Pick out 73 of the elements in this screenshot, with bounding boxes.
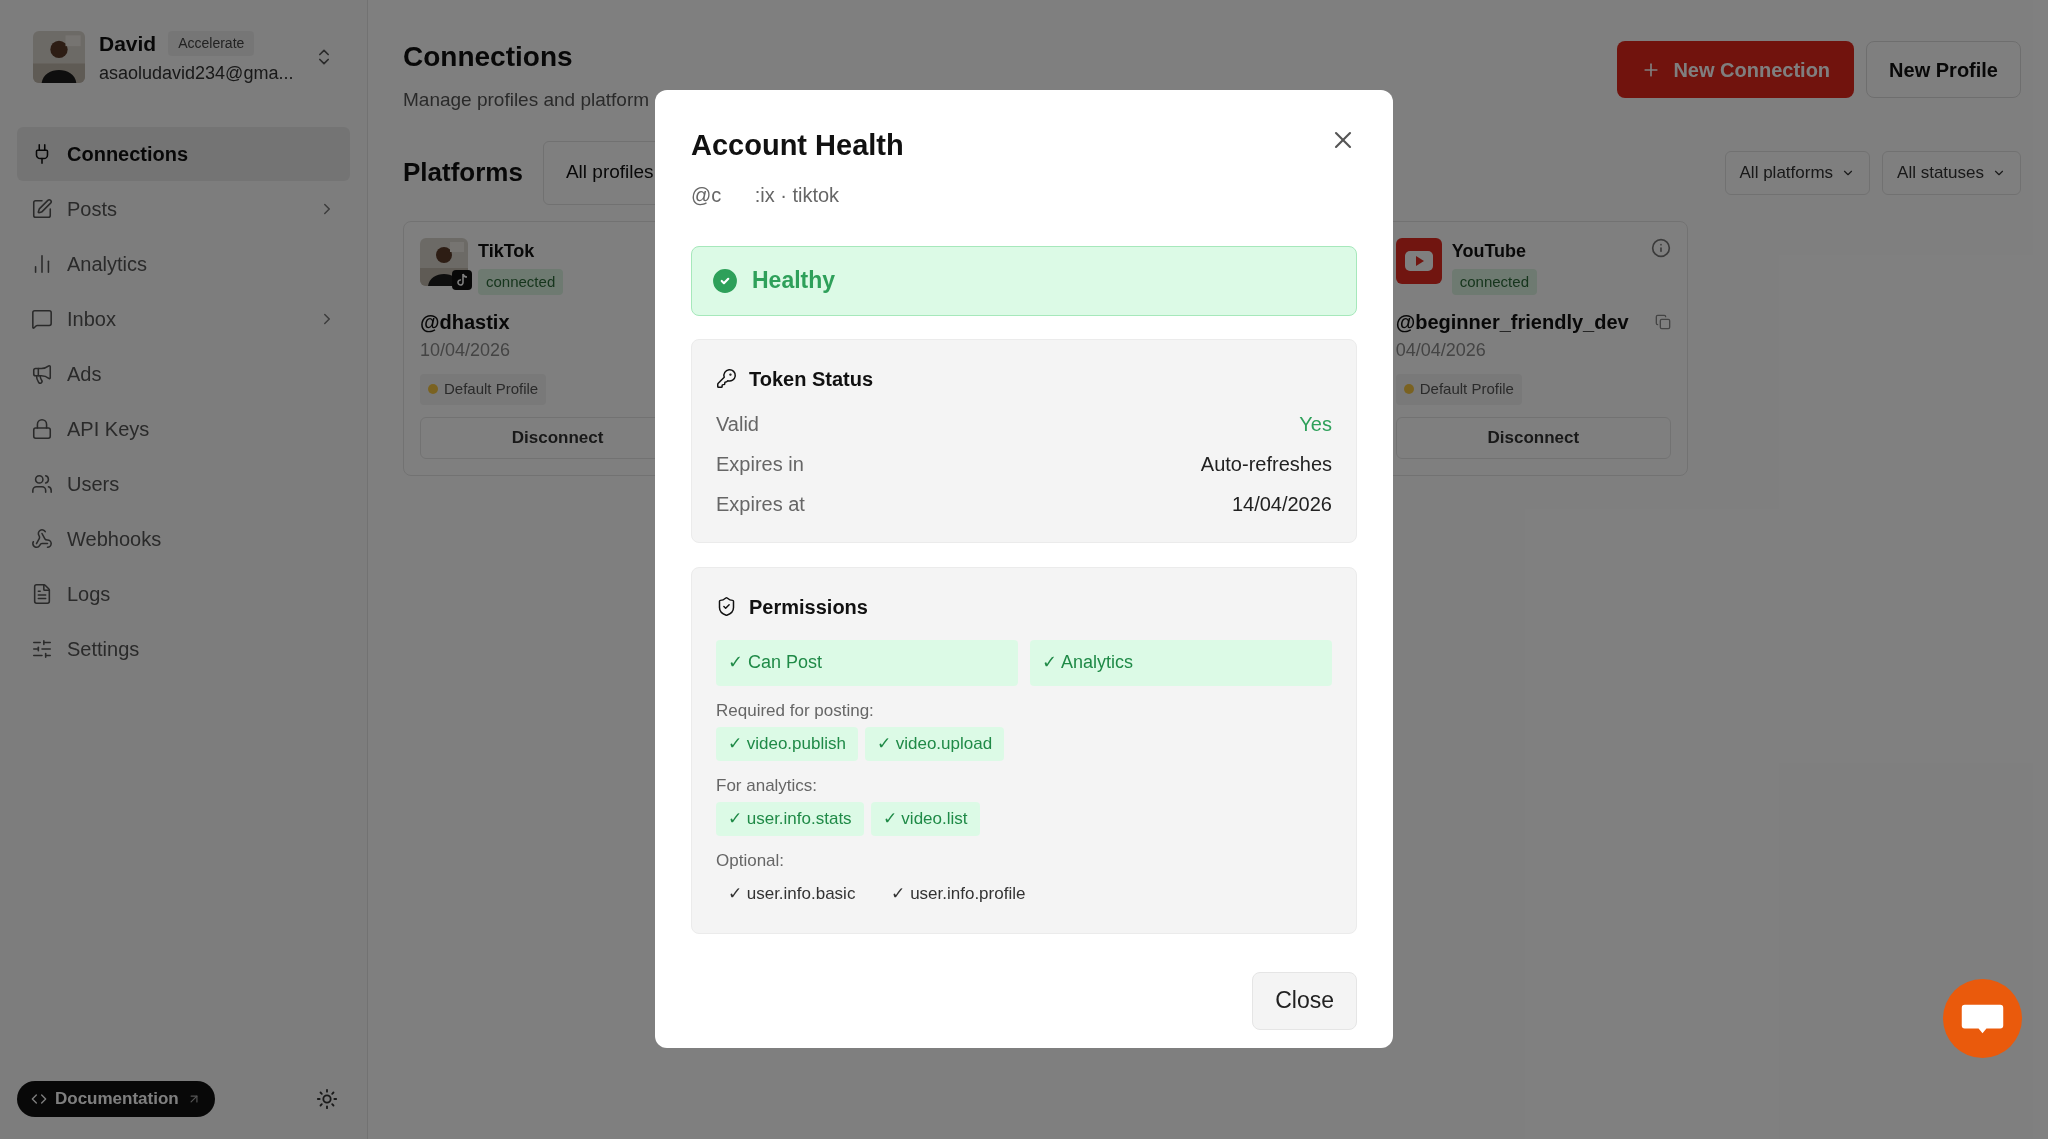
page-title: Connections [403, 40, 574, 74]
capability-badge: ✓ Can Post [716, 639, 1018, 686]
connected-date: 04/04/2026 [1395, 339, 1487, 362]
connected-date: 10/04/2026 [420, 339, 512, 362]
sidebar-item[interactable]: Inbox [17, 291, 350, 346]
dialog-title: Account Health [691, 128, 904, 163]
plan-badge: Accelerate [168, 31, 255, 57]
sidebar-item[interactable]: Posts [17, 181, 350, 236]
user-email: asaoludavid234@gma... [99, 61, 295, 85]
user-name: David [99, 31, 157, 57]
sidebar-item[interactable]: Users [17, 456, 350, 511]
group-label: Required for posting: [716, 699, 875, 722]
account-handle: @beginner_friendly_dev [1395, 310, 1629, 335]
filter-dropdown[interactable]: All statuses [1882, 150, 2021, 195]
dialog-subtitle: @c :ix · tiktok [691, 182, 840, 208]
row-label: Expires at [716, 491, 805, 517]
profile-tag: Default Profile [1395, 374, 1522, 405]
close-button[interactable]: Close [1252, 971, 1357, 1030]
group-label: Optional: [716, 849, 786, 872]
key-icon [716, 368, 737, 389]
sidebar-item[interactable]: Ads [17, 346, 350, 401]
status-badge: connected [1451, 268, 1537, 295]
filter-dropdown[interactable]: All platforms [1724, 150, 1871, 195]
nav-icon [31, 582, 53, 605]
row-value: 14/04/2026 [1231, 491, 1332, 517]
scope-tag: ✓ user.info.stats [716, 802, 864, 836]
row-value: Auto-refreshes [1200, 451, 1332, 477]
scope-tag: ✓ video.publish [716, 727, 858, 761]
disconnect-button[interactable]: Disconnect [1395, 416, 1671, 459]
section-title: Platforms [403, 156, 523, 189]
capability-badge: ✓ Analytics [1030, 639, 1332, 686]
theme-icon[interactable] [316, 1088, 338, 1110]
nav-icon [31, 527, 53, 550]
scope-tag: ✓ user.info.profile [879, 877, 1038, 911]
platform-name: YouTube [1451, 239, 1528, 263]
row-value: Yes [1299, 411, 1332, 437]
play-icon [1395, 237, 1442, 284]
profile-tag: Default Profile [420, 374, 547, 405]
documentation-button[interactable]: Documentation [17, 1081, 215, 1117]
card-title: Permissions [749, 594, 868, 620]
account-handle: @dhastix [420, 310, 510, 335]
nav-icon [31, 307, 53, 330]
scope-tag: ✓ video.upload [864, 727, 1005, 761]
sidebar-item[interactable]: Connections [17, 126, 350, 181]
chat-icon[interactable] [1943, 979, 2022, 1058]
nav-icon [31, 197, 53, 220]
sidebar-item[interactable]: Settings [17, 621, 350, 676]
page-subtitle: Manage profiles and platform [403, 88, 650, 112]
sidebar-item[interactable]: API Keys [17, 401, 350, 456]
sidebar-item[interactable]: Webhooks [17, 511, 350, 566]
sidebar-item[interactable]: Analytics [17, 236, 350, 291]
new-connection-button[interactable]: New Connection [1617, 41, 1855, 98]
group-label: For analytics: [716, 774, 819, 797]
scope-tag: ✓ video.list [870, 802, 980, 836]
sidebar-item[interactable]: Logs [17, 566, 350, 621]
info-icon[interactable] [1651, 237, 1671, 258]
note-icon [452, 269, 472, 290]
nav-icon [31, 417, 53, 440]
check-circle-icon [712, 267, 738, 294]
copy-icon[interactable] [1655, 314, 1671, 330]
card-title: Token Status [749, 366, 874, 392]
scope-tag: ✓ user.info.basic [716, 877, 868, 911]
nav-icon [31, 472, 53, 495]
code-icon [31, 1091, 47, 1107]
row-label: Valid [716, 411, 759, 437]
shield-icon [716, 596, 737, 617]
platform-name: TikTok [478, 239, 536, 263]
nav-icon [31, 362, 53, 385]
status-badge: connected [478, 268, 564, 295]
status-label: Healthy [752, 266, 836, 296]
row-label: Expires in [716, 451, 804, 477]
new-profile-button[interactable]: New Profile [1866, 41, 2021, 98]
nav-icon [31, 637, 53, 660]
